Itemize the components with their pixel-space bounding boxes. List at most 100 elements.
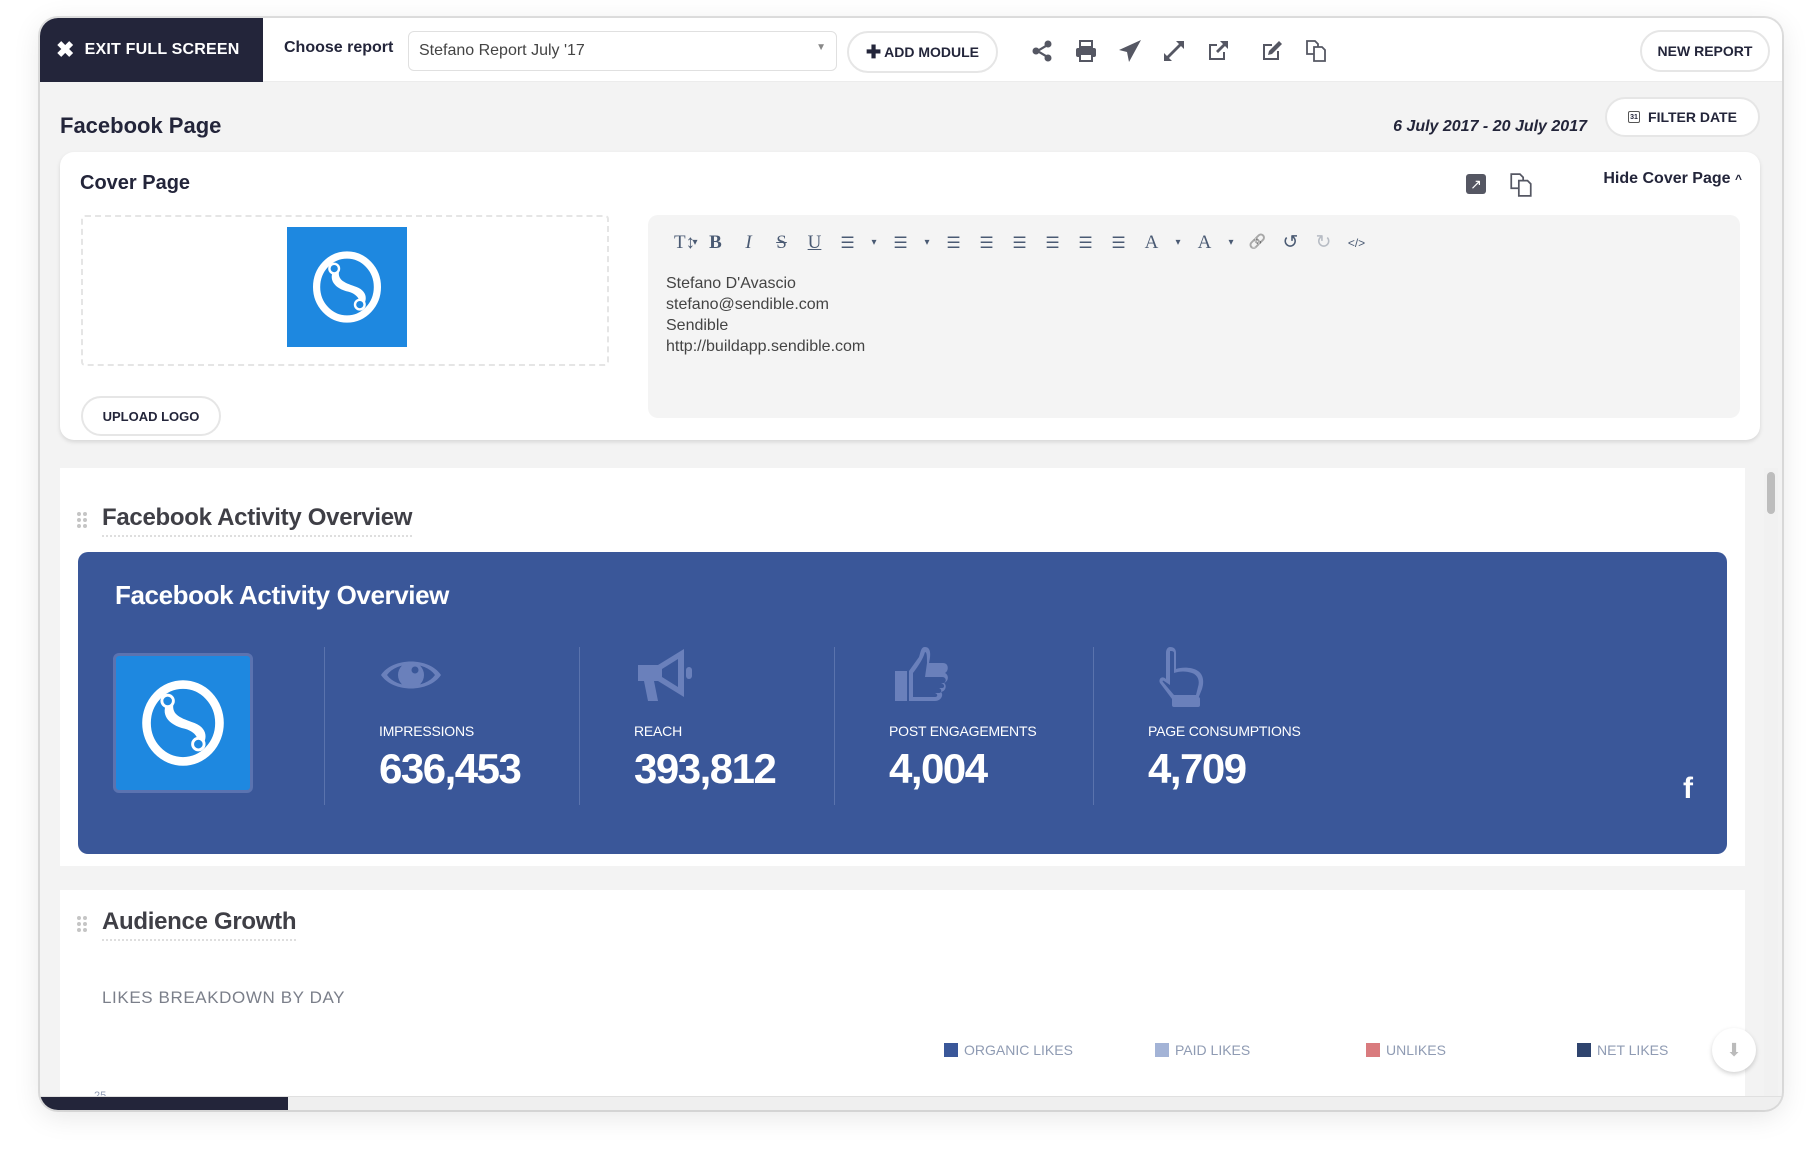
report-select-value: Stefano Report July '17 xyxy=(419,42,585,59)
sendible-logo-icon xyxy=(142,680,224,766)
indent-icon[interactable]: ☰ xyxy=(970,233,1003,253)
italic-icon[interactable]: I xyxy=(732,232,765,254)
legend-organic-likes[interactable]: ORGANIC LIKES xyxy=(944,1042,1073,1058)
metric-label: POST ENGAGEMENTS xyxy=(889,723,1037,739)
duplicate-icon[interactable] xyxy=(1508,172,1534,198)
legend-net-likes[interactable]: NET LIKES xyxy=(1577,1042,1668,1058)
hide-cover-label: Hide Cover Page xyxy=(1603,170,1731,187)
cover-page-title: Cover Page xyxy=(80,172,191,194)
app-window: ✖ EXIT FULL SCREEN Choose report Stefano… xyxy=(40,18,1782,1110)
send-icon[interactable] xyxy=(1115,36,1145,66)
metric-value: 4,004 xyxy=(889,745,988,792)
align-right-icon[interactable]: ☰ xyxy=(1069,233,1102,253)
section-heading[interactable]: Facebook Activity Overview xyxy=(102,504,412,537)
metric-label: IMPRESSIONS xyxy=(379,723,475,739)
calendar-icon: 31 xyxy=(1628,111,1641,123)
bold-icon[interactable]: B xyxy=(699,232,732,254)
plus-icon: ✚ xyxy=(866,41,882,62)
divider xyxy=(579,647,580,805)
metric-value: 393,812 xyxy=(634,745,777,792)
undo-icon[interactable]: ↺ xyxy=(1274,231,1307,254)
legend-swatch xyxy=(944,1043,958,1057)
expand-icon[interactable] xyxy=(1159,36,1189,66)
legend-unlikes[interactable]: UNLIKES xyxy=(1366,1042,1446,1058)
scrollbar-thumb[interactable] xyxy=(1767,472,1775,514)
align-left-icon[interactable]: ☰ xyxy=(1003,233,1036,253)
editor-line: Sendible xyxy=(666,317,729,334)
rich-text-editor[interactable]: T↕ ▾ B I S U ☰ ▾ ☰ ▾ ☰ ☰ ☰ ☰ ☰ ☰ A ▾ A ▾ xyxy=(648,215,1740,418)
metric-label: REACH xyxy=(634,723,683,739)
redo-icon[interactable]: ↻ xyxy=(1307,231,1340,254)
panel-title: Facebook Activity Overview xyxy=(115,580,449,610)
exit-full-screen-button[interactable]: ✖ EXIT FULL SCREEN xyxy=(40,18,263,82)
thumbs-up-icon xyxy=(889,643,953,707)
justify-icon[interactable]: ☰ xyxy=(1102,233,1135,253)
legend-label: NET LIKES xyxy=(1597,1042,1669,1058)
strikethrough-icon[interactable]: S xyxy=(765,232,798,254)
add-module-label: ADD MODULE xyxy=(884,44,979,60)
horizontal-scrollbar[interactable] xyxy=(40,1096,1782,1110)
metric-label: PAGE CONSUMPTIONS xyxy=(1148,723,1301,739)
divider xyxy=(324,647,325,805)
open-external-icon[interactable]: ↗ xyxy=(1466,174,1486,194)
facebook-icon: f xyxy=(1683,772,1693,805)
scrollbar-thumb[interactable] xyxy=(40,1097,288,1110)
chevron-down-icon[interactable]: ▾ xyxy=(864,237,884,248)
choose-report-label: Choose report xyxy=(284,39,394,56)
duplicate-icon[interactable] xyxy=(1301,36,1331,66)
brand-logo xyxy=(287,227,407,347)
metric-value: 4,709 xyxy=(1148,745,1247,792)
upload-logo-button[interactable]: UPLOAD LOGO xyxy=(81,396,221,436)
report-select[interactable]: Stefano Report July '17 ▼ xyxy=(408,31,837,71)
hide-cover-page-toggle[interactable]: Hide Cover Page ^ xyxy=(1603,170,1742,188)
background-color-icon[interactable]: A xyxy=(1188,232,1221,254)
vertical-scrollbar[interactable] xyxy=(1764,468,1778,1108)
drag-handle-icon[interactable] xyxy=(77,916,89,934)
link-icon[interactable]: 🔗 xyxy=(1241,234,1274,251)
chevron-up-icon: ^ xyxy=(1734,172,1742,186)
filter-date-label: FILTER DATE xyxy=(1648,109,1737,125)
underline-icon[interactable]: U xyxy=(798,232,831,254)
cover-page-card: Cover Page ↗ Hide Cover Page ^ UPLOAD LO… xyxy=(60,152,1760,440)
legend-label: PAID LIKES xyxy=(1175,1042,1251,1058)
legend-swatch xyxy=(1577,1043,1591,1057)
new-report-button[interactable]: NEW REPORT xyxy=(1640,30,1770,72)
legend-paid-likes[interactable]: PAID LIKES xyxy=(1155,1042,1250,1058)
audience-growth-section: Audience Growth LIKES BREAKDOWN BY DAY O… xyxy=(60,890,1756,1110)
chevron-down-icon[interactable]: ▾ xyxy=(917,237,937,248)
metric-value: 636,453 xyxy=(379,745,522,792)
numbered-list-icon[interactable]: ☰ xyxy=(884,233,917,253)
facebook-activity-section: Facebook Activity Overview Facebook Acti… xyxy=(60,468,1745,866)
profile-logo xyxy=(113,653,253,793)
edit-icon[interactable] xyxy=(1257,36,1287,66)
share-icon[interactable] xyxy=(1027,36,1057,66)
bullet-list-icon[interactable]: ☰ xyxy=(831,233,864,253)
legend-swatch xyxy=(1366,1043,1380,1057)
editor-line: http://buildapp.sendible.com xyxy=(666,338,866,355)
editor-content[interactable]: Stefano D'Avascio stefano@sendible.com S… xyxy=(666,273,865,357)
add-module-button[interactable]: ✚ ADD MODULE xyxy=(847,31,998,73)
top-toolbar: ✖ EXIT FULL SCREEN Choose report Stefano… xyxy=(40,18,1782,82)
print-icon[interactable] xyxy=(1071,36,1101,66)
divider xyxy=(1093,647,1094,805)
outdent-icon[interactable]: ☰ xyxy=(937,233,970,253)
filter-date-button[interactable]: 31 FILTER DATE xyxy=(1605,97,1760,137)
legend-swatch xyxy=(1155,1043,1169,1057)
date-range: 6 July 2017 - 20 July 2017 xyxy=(1393,118,1587,135)
section-heading[interactable]: Audience Growth xyxy=(102,908,296,941)
divider xyxy=(834,647,835,805)
code-view-icon[interactable]: </> xyxy=(1340,236,1373,250)
chevron-down-icon[interactable]: ▾ xyxy=(1168,237,1188,248)
chevron-down-icon: ▼ xyxy=(816,42,826,53)
logo-dropzone[interactable] xyxy=(81,215,609,366)
external-link-icon[interactable] xyxy=(1203,36,1233,66)
chevron-down-icon[interactable]: ▾ xyxy=(691,237,699,248)
megaphone-icon xyxy=(634,643,698,707)
drag-handle-icon[interactable] xyxy=(77,512,89,530)
editor-toolbar: T↕ ▾ B I S U ☰ ▾ ☰ ▾ ☰ ☰ ☰ ☰ ☰ ☰ A ▾ A ▾ xyxy=(668,231,1373,254)
font-color-icon[interactable]: A xyxy=(1135,232,1168,254)
download-chart-button[interactable]: ⬇ xyxy=(1712,1028,1756,1072)
chevron-down-icon[interactable]: ▾ xyxy=(1221,237,1241,248)
align-center-icon[interactable]: ☰ xyxy=(1036,233,1069,253)
chart-subtitle: LIKES BREAKDOWN BY DAY xyxy=(102,988,346,1007)
